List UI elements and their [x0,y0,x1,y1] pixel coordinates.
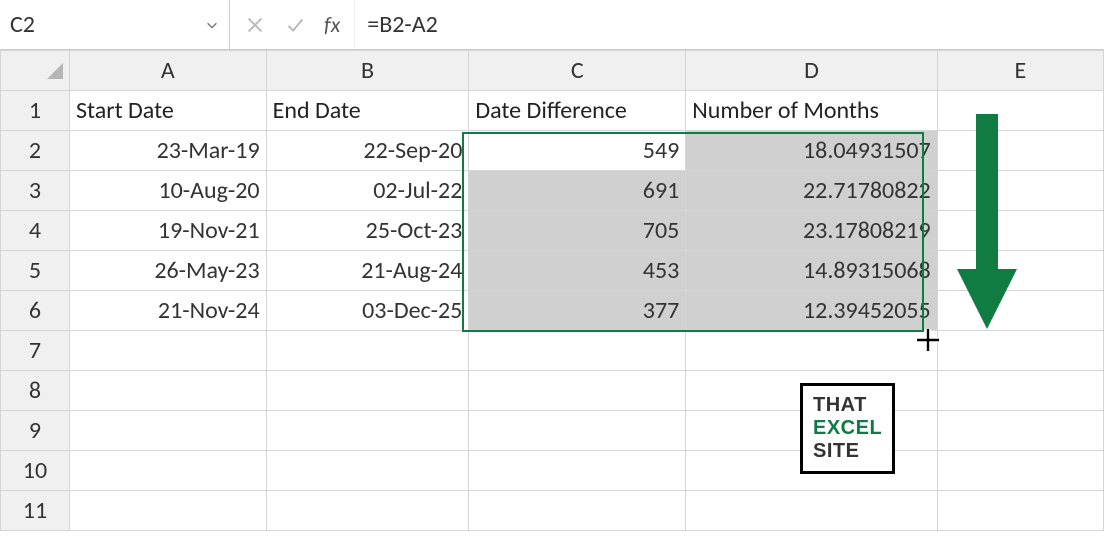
row-header[interactable]: 7 [1,331,70,371]
cell[interactable]: 691 [469,171,686,211]
cell[interactable] [937,291,1103,331]
cell[interactable] [937,371,1103,411]
col-header-B[interactable]: B [266,51,469,91]
cell[interactable] [937,411,1103,451]
cancel-icon[interactable] [244,14,266,36]
cell[interactable] [937,211,1103,251]
cell[interactable] [469,451,686,491]
cell[interactable] [469,411,686,451]
cell[interactable]: 12.39452055 [686,291,937,331]
cell[interactable] [266,411,469,451]
cell[interactable]: 21-Nov-24 [69,291,266,331]
cell[interactable]: 25-Oct-23 [266,211,469,251]
cell[interactable] [69,491,266,531]
cell[interactable]: 02-Jul-22 [266,171,469,211]
cell[interactable] [937,491,1103,531]
cell[interactable] [469,371,686,411]
cell[interactable] [69,411,266,451]
row-header[interactable]: 1 [1,91,70,131]
row-header[interactable]: 8 [1,371,70,411]
cell[interactable] [686,331,937,371]
cell[interactable]: 453 [469,251,686,291]
row-header[interactable]: 4 [1,211,70,251]
logo-line: THAT [813,394,882,417]
col-header-D[interactable]: D [686,51,937,91]
name-box-value: C2 [10,10,35,39]
col-header-E[interactable]: E [937,51,1103,91]
fx-icon[interactable]: fx [324,11,340,38]
cell[interactable] [937,251,1103,291]
sheet-table: A B C D E 1 Start Date End Date Date Dif… [0,50,1104,531]
logo: THAT EXCEL SITE [800,383,895,474]
cell[interactable] [266,451,469,491]
cell[interactable] [266,331,469,371]
name-box[interactable]: C2 [0,0,230,49]
cell[interactable]: Date Difference [469,91,686,131]
formula-bar: C2 fx =B2-A2 [0,0,1104,50]
formula-input[interactable]: =B2-A2 [355,10,1104,39]
cell[interactable] [69,371,266,411]
cell[interactable]: Start Date [69,91,266,131]
cell[interactable] [937,131,1103,171]
cell[interactable] [937,451,1103,491]
cell[interactable] [937,91,1103,131]
cell[interactable]: 22.71780822 [686,171,937,211]
cell[interactable]: 19-Nov-21 [69,211,266,251]
row-header[interactable]: 10 [1,451,70,491]
row-header[interactable]: 3 [1,171,70,211]
cell[interactable] [469,491,686,531]
chevron-down-icon [205,18,219,32]
select-all-corner[interactable] [1,51,70,91]
cell[interactable] [937,331,1103,371]
row-header[interactable]: 9 [1,411,70,451]
cell[interactable]: 03-Dec-25 [266,291,469,331]
cell[interactable] [469,331,686,371]
cell-active[interactable]: 549 [469,131,686,171]
cell[interactable]: 14.89315068 [686,251,937,291]
col-header-A[interactable]: A [69,51,266,91]
spreadsheet-grid[interactable]: A B C D E 1 Start Date End Date Date Dif… [0,50,1104,560]
cell[interactable] [937,171,1103,211]
formula-bar-buttons: fx [230,0,355,49]
logo-line: SITE [813,440,882,463]
cell[interactable] [686,491,937,531]
cell[interactable]: End Date [266,91,469,131]
cell[interactable] [69,451,266,491]
row-header[interactable]: 11 [1,491,70,531]
cell[interactable]: 23.17808219 [686,211,937,251]
col-header-C[interactable]: C [469,51,686,91]
cell[interactable]: 377 [469,291,686,331]
cell[interactable]: Number of Months [686,91,937,131]
cell[interactable]: 23-Mar-19 [69,131,266,171]
confirm-icon[interactable] [284,14,306,36]
cell[interactable]: 705 [469,211,686,251]
cell[interactable] [69,331,266,371]
row-header[interactable]: 5 [1,251,70,291]
cell[interactable]: 21-Aug-24 [266,251,469,291]
row-header[interactable]: 6 [1,291,70,331]
cell[interactable]: 26-May-23 [69,251,266,291]
cell[interactable] [266,491,469,531]
cell[interactable]: 22-Sep-20 [266,131,469,171]
row-header[interactable]: 2 [1,131,70,171]
cell[interactable]: 18.04931507 [686,131,937,171]
cell[interactable]: 10-Aug-20 [69,171,266,211]
logo-line: EXCEL [813,417,882,440]
cell[interactable] [266,371,469,411]
